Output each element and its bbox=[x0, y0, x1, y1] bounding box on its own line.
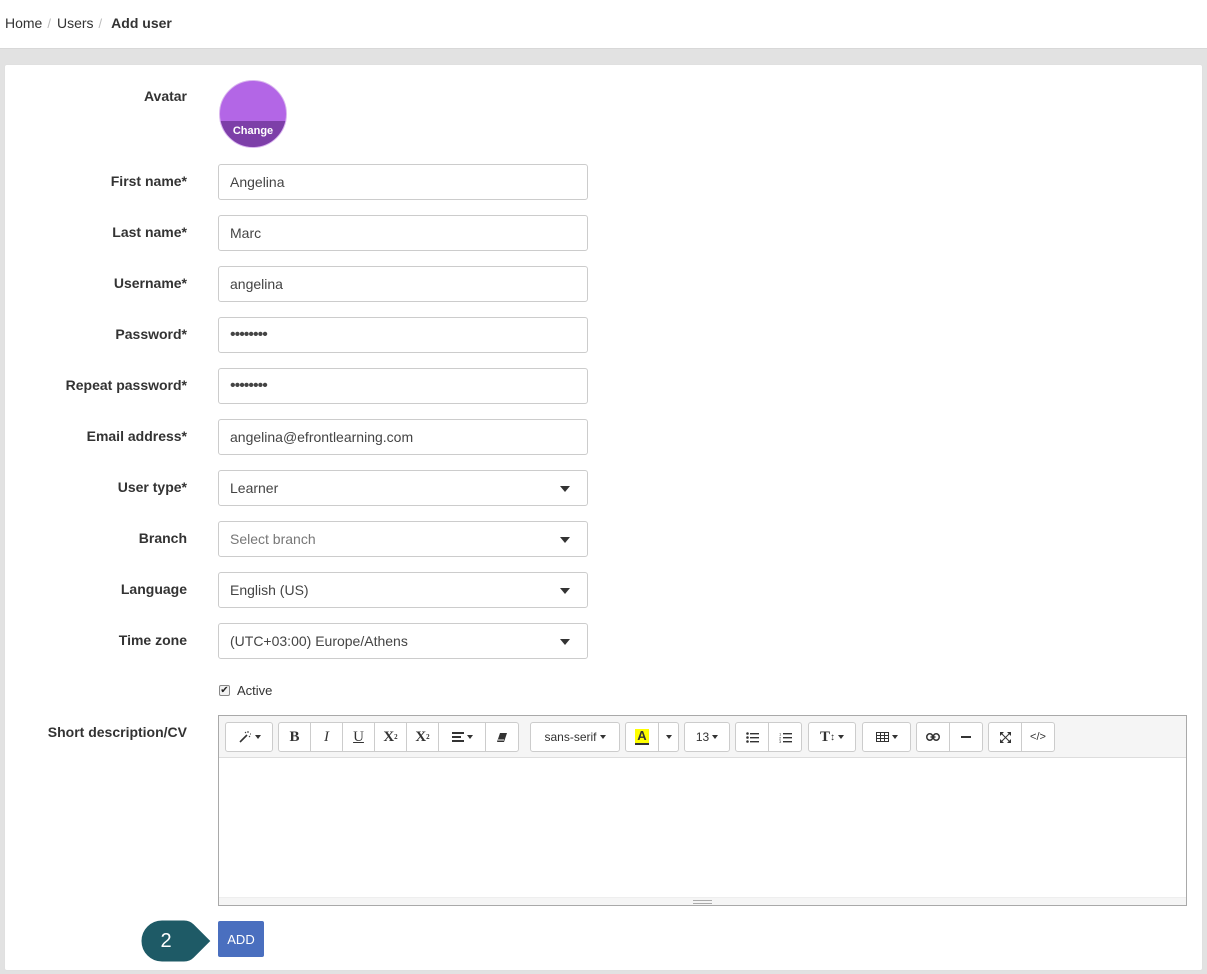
last-name-label: Last name* bbox=[112, 224, 187, 240]
avatar[interactable]: Change bbox=[219, 80, 287, 148]
breadcrumb-home[interactable]: Home bbox=[5, 15, 42, 31]
eraser-icon bbox=[497, 732, 507, 742]
username-input[interactable]: angelina bbox=[218, 266, 588, 302]
underline-button[interactable]: U bbox=[342, 722, 375, 752]
step-number: 2 bbox=[160, 930, 172, 952]
password-input[interactable]: •••••••• bbox=[218, 317, 588, 353]
chevron-down-icon bbox=[560, 486, 570, 492]
highlight-dropdown[interactable] bbox=[658, 722, 679, 752]
active-label[interactable]: Active bbox=[237, 683, 272, 698]
editor-resize-handle[interactable] bbox=[219, 897, 1186, 905]
highlight-button[interactable]: A bbox=[625, 722, 659, 752]
language-label: Language bbox=[120, 581, 187, 597]
subscript-button[interactable]: X2 bbox=[406, 722, 439, 752]
bold-button[interactable]: B bbox=[278, 722, 311, 752]
grip-icon bbox=[693, 900, 712, 904]
time-zone-value: (UTC+03:00) Europe/Athens bbox=[230, 633, 408, 649]
chevron-down-icon bbox=[560, 639, 570, 645]
breadcrumb: Home / Users / Add user bbox=[5, 15, 172, 31]
breadcrumb-current: Add user bbox=[111, 15, 172, 31]
chevron-down-icon bbox=[560, 588, 570, 594]
magic-wand-icon bbox=[238, 731, 251, 743]
breadcrumb-users[interactable]: Users bbox=[57, 15, 94, 31]
clear-format-button[interactable] bbox=[485, 722, 519, 752]
password-label: Password* bbox=[115, 326, 187, 342]
branch-label: Branch bbox=[138, 530, 187, 546]
highlight-icon: A bbox=[635, 728, 649, 745]
link-button[interactable] bbox=[916, 722, 950, 752]
language-value: English (US) bbox=[230, 582, 309, 598]
superscript-button[interactable]: X2 bbox=[374, 722, 407, 752]
editor-content-area[interactable] bbox=[219, 758, 1186, 898]
horizontal-rule-button[interactable] bbox=[949, 722, 983, 752]
description-label: Short description/CV bbox=[47, 724, 187, 740]
avatar-label: Avatar bbox=[143, 88, 187, 104]
editor-toolbar: B I U X2 X2 sans-serif A 13 1 2 3 T ↕ </… bbox=[219, 716, 1186, 758]
unordered-list-button[interactable] bbox=[735, 722, 769, 752]
avatar-change-button[interactable]: Change bbox=[220, 121, 286, 147]
email-input[interactable]: angelina@efrontlearning.com bbox=[218, 419, 588, 455]
step-marker: 2 bbox=[140, 919, 212, 963]
breadcrumb-separator: / bbox=[98, 15, 103, 31]
horizontal-rule-icon bbox=[961, 736, 971, 738]
username-label: Username* bbox=[113, 275, 187, 291]
fullscreen-icon bbox=[999, 731, 1011, 743]
repeat-password-label: Repeat password* bbox=[65, 377, 187, 393]
repeat-password-input[interactable]: •••••••• bbox=[218, 368, 588, 404]
table-icon bbox=[875, 732, 889, 742]
time-zone-select[interactable]: (UTC+03:00) Europe/Athens bbox=[218, 623, 588, 659]
link-icon bbox=[926, 733, 940, 741]
user-type-label: User type* bbox=[117, 479, 187, 495]
font-size-value: 13 bbox=[695, 730, 710, 744]
style-button[interactable] bbox=[225, 722, 273, 752]
email-label: Email address* bbox=[86, 428, 187, 444]
subscript-label: X bbox=[415, 728, 427, 745]
superscript-label: X bbox=[383, 728, 395, 745]
table-dropdown[interactable] bbox=[862, 722, 911, 752]
align-button[interactable] bbox=[438, 722, 486, 752]
align-icon bbox=[451, 732, 464, 742]
user-type-select[interactable]: Learner bbox=[218, 470, 588, 506]
chevron-down-icon bbox=[560, 537, 570, 543]
code-view-button[interactable]: </> bbox=[1021, 722, 1055, 752]
top-bar: Home / Users / Add user bbox=[0, 0, 1207, 49]
first-name-label: First name* bbox=[110, 173, 187, 189]
font-size-dropdown[interactable]: 13 bbox=[684, 722, 730, 752]
first-name-input[interactable]: Angelina bbox=[218, 164, 588, 200]
font-family-value: sans-serif bbox=[544, 730, 597, 744]
ordered-list-button[interactable]: 123 bbox=[768, 722, 802, 752]
active-row: ✔ Active bbox=[219, 683, 272, 698]
last-name-input[interactable]: Marc bbox=[218, 215, 588, 251]
language-select[interactable]: English (US) bbox=[218, 572, 588, 608]
line-height-dropdown[interactable]: T ↕ bbox=[808, 722, 856, 752]
time-zone-label: Time zone bbox=[118, 632, 187, 648]
branch-placeholder: Select branch bbox=[230, 531, 316, 547]
description-editor: B I U X2 X2 sans-serif A 13 1 2 3 T ↕ </… bbox=[218, 715, 1187, 906]
branch-select[interactable]: Select branch bbox=[218, 521, 588, 557]
svg-text:3: 3 bbox=[779, 739, 782, 743]
breadcrumb-separator: / bbox=[47, 15, 51, 31]
user-type-value: Learner bbox=[230, 480, 279, 496]
add-button[interactable]: ADD bbox=[218, 921, 264, 957]
italic-button[interactable]: I bbox=[310, 722, 343, 752]
active-checkbox[interactable]: ✔ bbox=[219, 685, 230, 696]
unordered-list-icon bbox=[745, 731, 759, 743]
line-height-label: T bbox=[819, 728, 830, 745]
fullscreen-button[interactable] bbox=[988, 722, 1022, 752]
font-family-dropdown[interactable]: sans-serif bbox=[530, 722, 620, 752]
ordered-list-icon: 123 bbox=[779, 732, 792, 743]
